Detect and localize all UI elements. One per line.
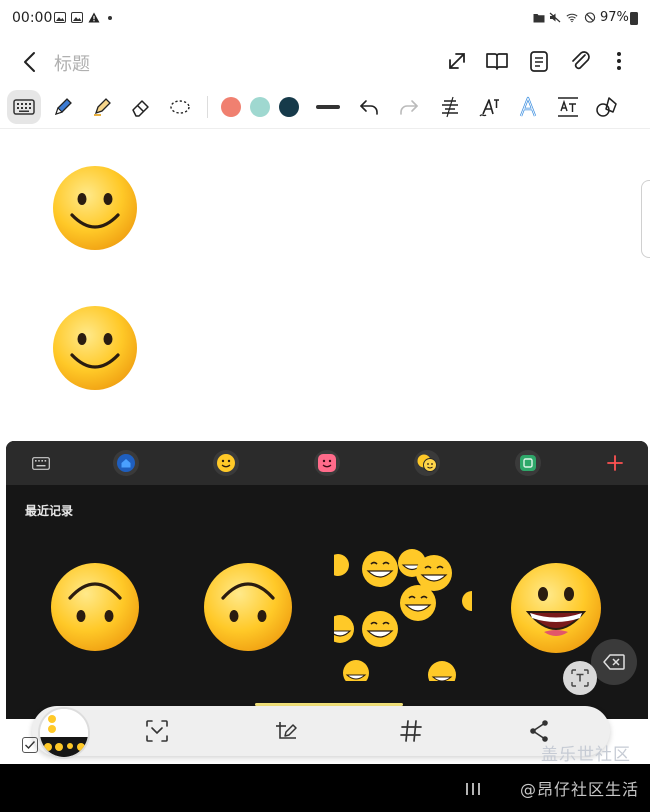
- upside-down-face-emoji[interactable]: [203, 562, 293, 652]
- text-recognition-button[interactable]: [563, 661, 597, 695]
- text-align-icon: [442, 96, 458, 118]
- warning-icon: [88, 12, 100, 23]
- emoji-tab-keyboard[interactable]: [28, 450, 54, 476]
- text-size-icon: [558, 97, 578, 117]
- page-scroll-handle[interactable]: [641, 180, 650, 258]
- eraser-icon: [132, 100, 149, 117]
- lasso-tool[interactable]: [163, 90, 197, 124]
- undo-button[interactable]: [352, 90, 386, 124]
- edit-image-button[interactable]: [272, 718, 298, 744]
- battery-icon: [630, 12, 638, 25]
- note-thumbnail[interactable]: [38, 707, 90, 759]
- emoji-keyboard-panel: 最近记录: [6, 441, 648, 719]
- highlighter-icon: [94, 98, 111, 116]
- keyboard-icon: [32, 456, 50, 470]
- hashtag-icon: [400, 720, 422, 742]
- eraser-tool[interactable]: [124, 90, 158, 124]
- keyboard-icon: [13, 99, 35, 115]
- add-icon: [607, 455, 623, 471]
- watermark-community: 盖乐世社区: [541, 745, 631, 765]
- battery-percent: 97%: [600, 10, 629, 25]
- smiley-icon: [217, 454, 235, 472]
- redo-icon: [400, 100, 418, 115]
- emoji-tab-gif[interactable]: [515, 450, 541, 476]
- gallery-notification-icon: [71, 12, 83, 23]
- emoji-tab-stickers[interactable]: [314, 450, 340, 476]
- gif-sticker-icon: [520, 455, 536, 471]
- highlighter-tool[interactable]: [85, 90, 119, 124]
- scan-button[interactable]: [144, 718, 170, 744]
- book-icon[interactable]: [482, 46, 512, 76]
- title-bar: 标题: [0, 36, 650, 86]
- secure-folder-icon: [533, 14, 545, 23]
- text-style-icon: [519, 96, 537, 117]
- note-title-input[interactable]: 标题: [54, 50, 90, 76]
- status-time: 00:00: [12, 10, 53, 26]
- grinning-face-emoji[interactable]: [510, 562, 602, 654]
- emoji-tab-smileys[interactable]: [213, 450, 239, 476]
- smiley-emoji[interactable]: [52, 165, 138, 251]
- status-bar: 00:00 97%: [0, 0, 650, 36]
- gallery-notification-icon: [54, 12, 66, 23]
- edit-image-icon: [276, 722, 297, 739]
- keyboard-mode-button[interactable]: [7, 90, 41, 124]
- note-preview-image: [40, 709, 88, 757]
- text-align-button[interactable]: [433, 90, 467, 124]
- expand-icon[interactable]: [442, 46, 472, 76]
- attach-icon[interactable]: [566, 46, 596, 76]
- sticker-face-icon: [318, 454, 336, 472]
- home-icon: [117, 454, 135, 472]
- page-icon[interactable]: [524, 46, 554, 76]
- do-not-disturb-icon: [584, 12, 596, 23]
- pen-icon: [54, 98, 72, 116]
- text-scan-icon: [571, 669, 589, 687]
- emoji-tab-home[interactable]: [113, 450, 139, 476]
- shapes-icon: [596, 97, 617, 117]
- handwriting-to-text-icon: [479, 99, 499, 117]
- color-swatch-coral[interactable]: [221, 97, 241, 117]
- recent-apps-icon[interactable]: [464, 782, 482, 796]
- emoji-add-button[interactable]: [602, 450, 628, 476]
- emoji-category-bar: [6, 441, 648, 485]
- smiley-emoji[interactable]: [52, 305, 138, 391]
- text-style-button[interactable]: [511, 90, 545, 124]
- upside-down-face-emoji[interactable]: [50, 562, 140, 652]
- watermark-author: @昂仔社区生活: [520, 780, 640, 799]
- check-mark-icon: [25, 741, 36, 750]
- redo-button[interactable]: [392, 90, 426, 124]
- shapes-button[interactable]: [590, 90, 624, 124]
- stroke-width-button[interactable]: [311, 90, 345, 124]
- backspace-button[interactable]: [591, 639, 637, 685]
- backspace-icon: [603, 654, 625, 670]
- animated-emoji-icon: [417, 454, 437, 472]
- more-notifications-dot: [108, 16, 112, 20]
- toolbar-divider: [207, 96, 208, 118]
- recent-section-label: 最近记录: [25, 504, 74, 518]
- text-size-button[interactable]: [551, 90, 585, 124]
- animated-grinning-collage-emoji[interactable]: [334, 549, 472, 681]
- hashtag-button[interactable]: [398, 718, 424, 744]
- color-swatch-mint[interactable]: [250, 97, 270, 117]
- handwriting-to-text-button[interactable]: [472, 90, 506, 124]
- emoji-tab-animated[interactable]: [414, 450, 440, 476]
- wifi-icon: [566, 13, 578, 23]
- lasso-select-icon: [170, 100, 190, 114]
- color-swatch-navy[interactable]: [279, 97, 299, 117]
- bottom-action-toolbar: [32, 706, 610, 756]
- mute-icon: [549, 12, 561, 23]
- scan-icon: [146, 720, 168, 742]
- back-arrow-icon[interactable]: [14, 46, 46, 78]
- more-vert-icon[interactable]: [604, 46, 634, 76]
- stroke-width-icon: [316, 105, 340, 109]
- undo-icon: [360, 100, 378, 115]
- pen-tool[interactable]: [46, 90, 80, 124]
- pen-toolbar: [0, 86, 650, 129]
